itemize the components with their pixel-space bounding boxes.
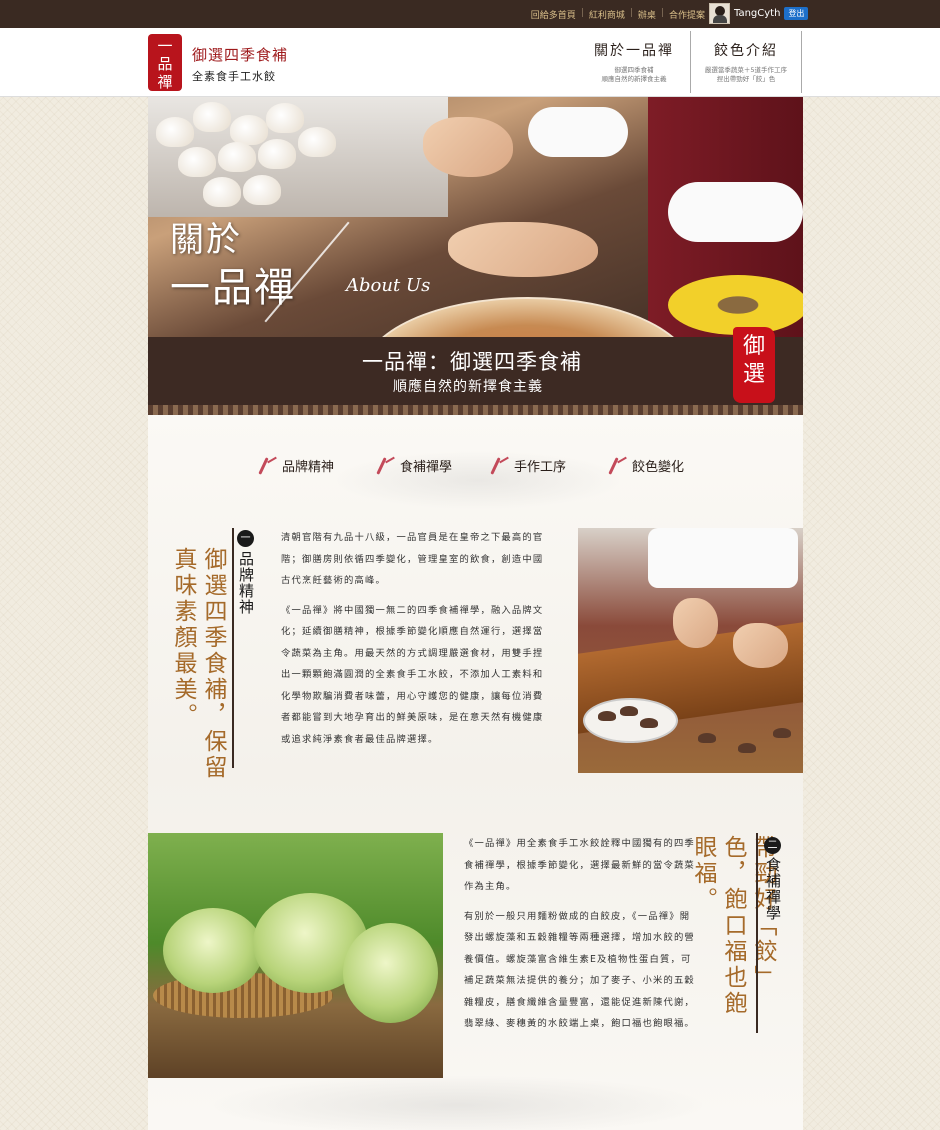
section2-text: 《一品禪》用全素食手工水餃詮釋中國獨有的四季食補禪學，根據季節變化，選擇最新鮮的… bbox=[464, 833, 700, 1043]
top-link-banquet[interactable]: 辦桌 bbox=[638, 8, 656, 21]
top-links: 回給多首頁 | 紅利商城 | 辦桌 | 合作提案 bbox=[531, 8, 705, 21]
mushroom bbox=[640, 718, 658, 728]
cabbage bbox=[343, 923, 438, 1023]
tab-diet-zen[interactable]: 食補禪學 bbox=[376, 455, 452, 475]
hand bbox=[423, 117, 513, 177]
cabbage-photo bbox=[148, 833, 443, 1078]
dumpling bbox=[156, 117, 194, 147]
top-link-bonus-mall[interactable]: 紅利商城 bbox=[589, 8, 625, 21]
hero-about: About Us bbox=[346, 275, 431, 296]
section1-label: 品牌精神 bbox=[237, 551, 255, 615]
nav-dumplings[interactable]: 餃色介紹 嚴選當季蔬菜＋5道手作工序 捏出帶勁好「餃」色 bbox=[690, 31, 802, 93]
nav-about-sub: 御選四季食補 順應自然的新擇食主義 bbox=[578, 66, 690, 84]
separator: | bbox=[629, 8, 633, 18]
section-tabs: 品牌精神 食補禪學 手作工序 餃色變化 bbox=[258, 455, 698, 485]
mushroom bbox=[773, 728, 791, 738]
brand-subtitle: 全素食手工水餃 bbox=[192, 70, 276, 83]
section1-paragraph: 《一品禪》將中國獨一無二的四季食補禪學，融入品牌文化；延續御膳精神，根據季節變化… bbox=[281, 604, 544, 745]
tab-brand-spirit[interactable]: 品牌精神 bbox=[258, 455, 334, 475]
dumpling bbox=[243, 175, 281, 205]
mushroom bbox=[738, 743, 756, 753]
tab-label: 品牌精神 bbox=[282, 459, 335, 475]
dumpling bbox=[203, 177, 241, 207]
user-area: TangCyth 登出 bbox=[709, 3, 809, 24]
hand bbox=[733, 623, 788, 668]
nav-dumplings-sub2: 捏出帶勁好「餃」色 bbox=[716, 75, 776, 83]
sleeve bbox=[648, 528, 798, 588]
content-area: 品牌精神 食補禪學 手作工序 餃色變化 御選四季食補，保留真味素顏最美。 一 品… bbox=[148, 415, 803, 1130]
mushroom bbox=[698, 733, 716, 743]
top-bar: 回給多首頁 | 紅利商城 | 辦桌 | 合作提案 TangCyth 登出 bbox=[0, 0, 940, 28]
nav-dumplings-sub: 嚴選當季蔬菜＋5道手作工序 捏出帶勁好「餃」色 bbox=[691, 66, 801, 84]
section1-text: 清朝官階有九品十八級，一品官員是在皇帝之下最高的官階；御膳房則依循四季變化，管理… bbox=[281, 527, 549, 758]
site-header: 一品禪 御選四季食補 全素食手工水餃 關於一品禪 御選四季食補 順應自然的新擇食… bbox=[0, 28, 940, 97]
section1-headline: 御選四季食補，保留真味素顏最美。 bbox=[170, 547, 226, 781]
nav-about-title[interactable]: 關於一品禪 bbox=[578, 40, 690, 60]
hero-image: 關於 一品禪 About Us bbox=[148, 97, 803, 337]
separator: | bbox=[580, 8, 584, 18]
filling-bowl bbox=[363, 297, 693, 337]
banner-title: 一品禪：御選四季食補 bbox=[362, 350, 582, 374]
chef-chopping-photo bbox=[578, 528, 803, 773]
title-banner: 一品禪：御選四季食補 順應自然的新擇食主義 御選 bbox=[148, 327, 803, 405]
tab-dumpling-variety[interactable]: 餃色變化 bbox=[608, 455, 684, 475]
hand bbox=[673, 598, 718, 648]
nav-about-sub2: 順應自然的新擇食主義 bbox=[601, 75, 667, 83]
brand-title[interactable]: 御選四季食補 bbox=[192, 44, 288, 65]
dumpling bbox=[178, 147, 216, 177]
logout-button[interactable]: 登出 bbox=[784, 7, 809, 20]
tab-label: 餃色變化 bbox=[632, 459, 685, 475]
section2-paragraph: 《一品禪》用全素食手工水餃詮釋中國獨有的四季食補禪學，根據季節變化，選擇最新鮮的… bbox=[464, 838, 695, 892]
mushroom bbox=[598, 711, 616, 721]
nav-dumplings-title[interactable]: 餃色介紹 bbox=[691, 40, 801, 60]
tab-label: 手作工序 bbox=[514, 459, 567, 475]
yellow-bowl bbox=[668, 275, 803, 335]
banner-subtitle: 順應自然的新擇食主義 bbox=[393, 379, 543, 395]
pattern-strip bbox=[148, 405, 803, 415]
avatar[interactable] bbox=[709, 3, 730, 24]
brand-logo[interactable]: 一品禪 bbox=[148, 34, 182, 91]
tab-label: 食補禪學 bbox=[400, 459, 453, 475]
brush-icon bbox=[258, 455, 280, 475]
sleeve bbox=[528, 107, 628, 157]
tab-handmade-process[interactable]: 手作工序 bbox=[490, 455, 566, 475]
vertical-rule bbox=[756, 833, 758, 1033]
nav-dumplings-sub1: 嚴選當季蔬菜＋5道手作工序 bbox=[704, 66, 788, 74]
dumpling bbox=[230, 115, 268, 145]
section1-paragraph: 清朝官階有九品十八級，一品官員是在皇帝之下最高的官階；御膳房則依循四季變化，管理… bbox=[281, 532, 544, 586]
brush-icon bbox=[608, 455, 630, 475]
user-name[interactable]: TangCyth bbox=[734, 8, 780, 19]
plate bbox=[583, 698, 678, 743]
top-link-cooperation[interactable]: 合作提案 bbox=[669, 8, 705, 21]
mushroom bbox=[620, 706, 638, 716]
vertical-rule bbox=[232, 528, 234, 768]
dumpling bbox=[193, 102, 231, 132]
section2-label: 食補禪學 bbox=[764, 857, 782, 921]
section2-number: 二 bbox=[764, 837, 781, 854]
sleeve bbox=[668, 182, 803, 242]
hand bbox=[448, 222, 598, 277]
top-link-home[interactable]: 回給多首頁 bbox=[531, 8, 576, 21]
hero-title-line1: 關於 bbox=[170, 220, 242, 260]
ink-wash bbox=[208, 1075, 708, 1130]
nav-about-sub1: 御選四季食補 bbox=[614, 66, 654, 74]
cabbage bbox=[163, 908, 263, 993]
separator: | bbox=[660, 8, 664, 18]
nav-about[interactable]: 關於一品禪 御選四季食補 順應自然的新擇食主義 bbox=[578, 31, 690, 93]
section2-paragraph: 有別於一般只用麵粉做成的白餃皮，《一品禪》開發出螺旋藻和五穀雜糧等兩種選擇，增加… bbox=[464, 910, 695, 1030]
dumpling bbox=[218, 142, 256, 172]
dumpling bbox=[258, 139, 296, 169]
dumpling bbox=[266, 103, 304, 133]
brush-icon bbox=[376, 455, 398, 475]
seal-logo: 御選 bbox=[733, 327, 775, 403]
section1-number: 一 bbox=[237, 530, 254, 547]
brush-icon bbox=[490, 455, 512, 475]
dumpling bbox=[298, 127, 336, 157]
